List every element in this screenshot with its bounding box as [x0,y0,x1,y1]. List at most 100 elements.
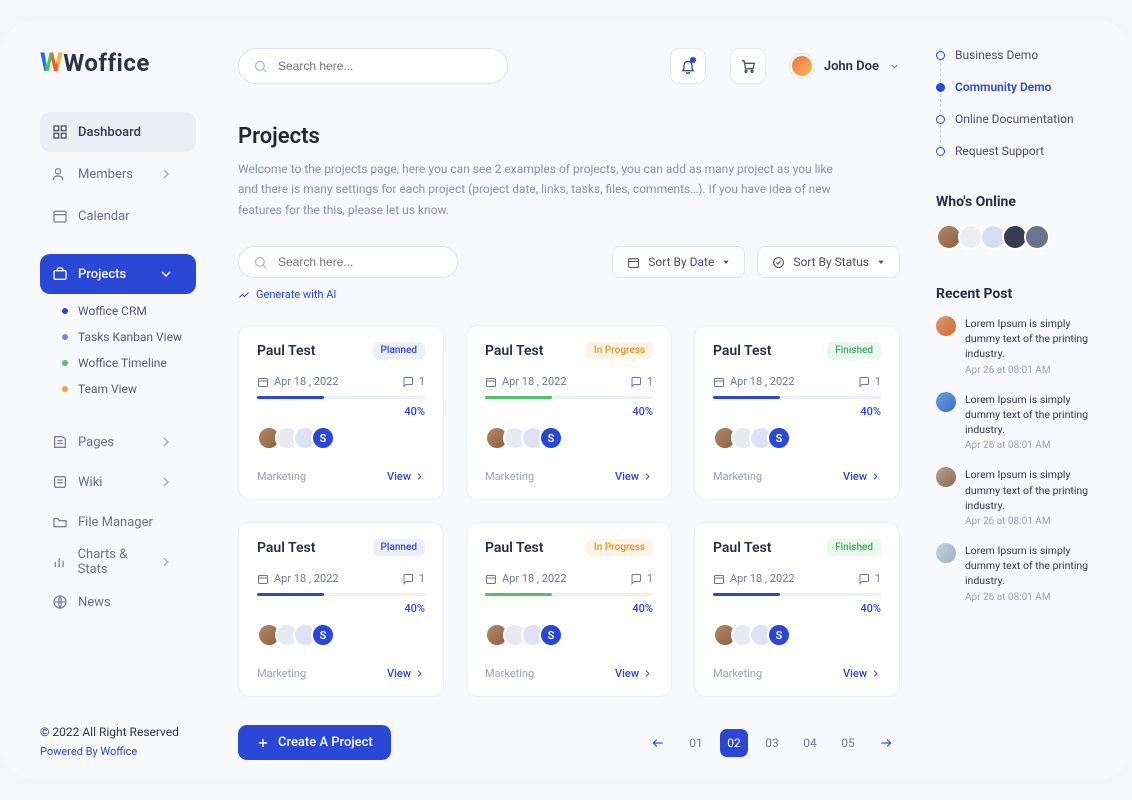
chevron-right-icon [414,668,425,679]
recent-post-item[interactable]: Lorem Ipsum is simply dummy text of the … [936,467,1104,527]
project-card[interactable]: Paul Test Planned Apr 18 , 2022 1 40% S … [238,522,444,697]
nav-members[interactable]: Members [40,154,196,194]
post-time: Apr 26 at 08:01 AM [965,440,1104,451]
quick-link[interactable]: Community Demo [941,80,1104,94]
nav-icon [52,434,68,450]
view-link[interactable]: View [387,667,425,680]
project-date: Apr 18 , 2022 [485,375,567,388]
projects-search-input[interactable] [278,255,443,269]
pager-page[interactable]: 02 [720,729,748,757]
status-badge: Planned [373,342,425,359]
users-icon [52,166,68,182]
member-more[interactable]: S [539,426,563,450]
project-category: Marketing [257,470,306,483]
view-link[interactable]: View [843,470,881,483]
search-icon [253,59,268,74]
comment-icon [630,376,642,388]
project-card[interactable]: Paul Test Planned Apr 18 , 2022 1 40% S … [238,325,444,500]
nav-pages[interactable]: Pages [40,422,196,462]
calendar-icon [713,376,725,388]
recent-post-item[interactable]: Lorem Ipsum is simply dummy text of the … [936,543,1104,603]
project-title: Paul Test [485,343,543,359]
nav-charts-stats[interactable]: Charts & Stats [40,542,196,582]
online-avatars [936,224,1104,250]
view-link[interactable]: View [615,470,653,483]
pager-page[interactable]: 01 [682,729,710,757]
online-avatar[interactable] [1024,224,1050,250]
briefcase-icon [52,266,68,282]
projects-subitem[interactable]: Woffice Timeline [62,356,196,370]
quick-link[interactable]: Online Documentation [941,112,1104,126]
topbar: John Doe [238,48,900,84]
global-search[interactable] [238,48,508,84]
nav-news[interactable]: News [40,582,196,622]
pager-prev[interactable] [644,729,672,757]
nav-label: News [78,595,111,610]
member-more[interactable]: S [311,426,335,450]
pager-page[interactable]: 04 [796,729,824,757]
projects-subitem[interactable]: Tasks Kanban View [62,330,196,344]
nav-calendar[interactable]: Calendar [40,196,196,236]
caret-down-icon [877,258,885,266]
member-more[interactable]: S [767,623,791,647]
post-text: Lorem Ipsum is simply dummy text of the … [965,467,1104,513]
nav-file-manager[interactable]: File Manager [40,502,196,542]
comment-icon [402,573,414,585]
main-content: John Doe Projects Welcome to the project… [210,48,924,760]
nav-label: Wiki [78,475,102,490]
project-card[interactable]: Paul Test In Progress Apr 18 , 2022 1 40… [466,522,672,697]
view-link[interactable]: View [387,470,425,483]
recent-post-item[interactable]: Lorem Ipsum is simply dummy text of the … [936,392,1104,452]
project-title: Paul Test [713,540,771,556]
recent-post-item[interactable]: Lorem Ipsum is simply dummy text of the … [936,316,1104,376]
create-project-button[interactable]: Create A Project [238,725,391,760]
sort-by-status-button[interactable]: Sort By Status [757,246,900,278]
project-comments: 1 [858,375,881,388]
project-card[interactable]: Paul Test Finished Apr 18 , 2022 1 40% S… [694,325,900,500]
status-dot [62,334,68,340]
nav-dashboard[interactable]: Dashboard [40,112,196,152]
chevron-right-icon [870,668,881,679]
chevron-right-icon [158,434,174,450]
generate-ai-link[interactable]: Generate with AI [238,288,458,301]
brand-logo: WWoffice [40,48,196,78]
pager-next[interactable] [872,729,900,757]
member-more[interactable]: S [311,623,335,647]
projects-search[interactable] [238,246,458,278]
project-date: Apr 18 , 2022 [713,572,795,585]
nav-wiki[interactable]: Wiki [40,462,196,502]
member-more[interactable]: S [767,426,791,450]
project-comments: 1 [630,375,653,388]
sidebar-footer: © 2022 All Right Reserved Powered By Wof… [40,683,196,760]
nav-icon [52,514,68,530]
member-more[interactable]: S [539,623,563,647]
profile-menu[interactable]: John Doe [790,54,900,78]
projects-subitem[interactable]: Team View [62,382,196,396]
pager-page[interactable]: 05 [834,729,862,757]
project-category: Marketing [713,470,762,483]
notifications-button[interactable] [670,48,706,84]
sort-by-date-button[interactable]: Sort By Date [612,246,745,278]
project-card[interactable]: Paul Test Finished Apr 18 , 2022 1 40% S… [694,522,900,697]
recent-post-heading: Recent Post [936,286,1104,302]
projects-subitem[interactable]: Woffice CRM [62,304,196,318]
ai-icon [238,289,250,301]
view-link[interactable]: View [843,667,881,680]
view-link[interactable]: View [615,667,653,680]
quick-link[interactable]: Business Demo [941,48,1104,62]
subitem-label: Team View [78,382,137,396]
post-thumbnail [936,392,956,412]
nav-label: Pages [78,435,114,450]
chevron-right-icon [158,474,174,490]
nav-projects[interactable]: Projects [40,254,196,294]
status-dot [62,386,68,392]
global-search-input[interactable] [278,59,493,73]
project-category: Marketing [485,667,534,680]
pager-page[interactable]: 03 [758,729,786,757]
progress-bar [485,396,653,399]
status-dot [62,360,68,366]
cart-button[interactable] [730,48,766,84]
powered-by-link[interactable]: Powered By Woffice [40,743,196,761]
quick-link[interactable]: Request Support [941,144,1104,158]
project-card[interactable]: Paul Test In Progress Apr 18 , 2022 1 40… [466,325,672,500]
